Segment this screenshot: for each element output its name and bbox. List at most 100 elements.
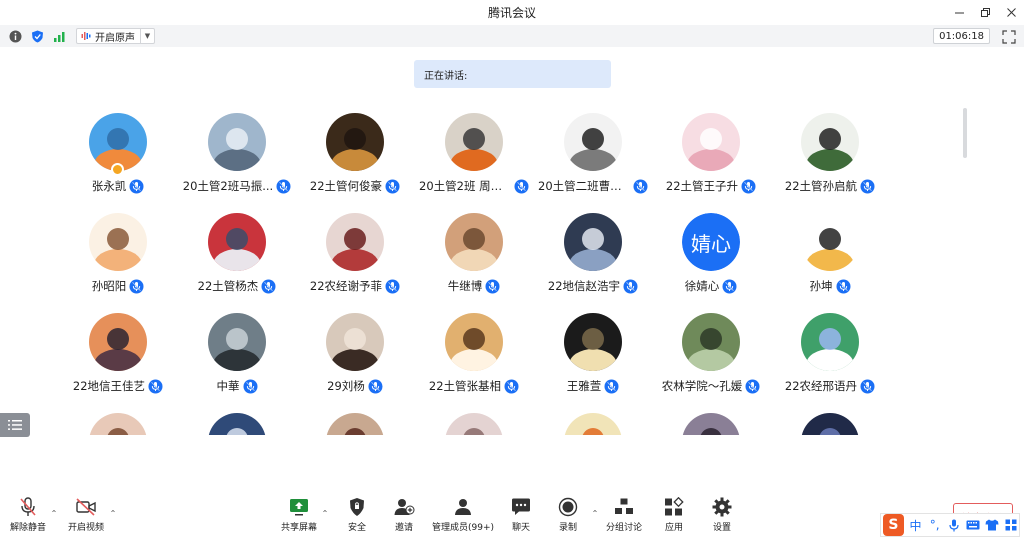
participant-tile-partial[interactable] — [652, 400, 770, 435]
avatar-image — [326, 313, 384, 371]
security-status-button[interactable] — [30, 29, 44, 43]
participant-tile-partial[interactable] — [178, 400, 296, 435]
participant-tile[interactable]: 22农经谢予菲 — [296, 200, 414, 295]
record-label: 录制 — [558, 523, 577, 533]
avatar-image — [326, 213, 384, 271]
participant-tile[interactable]: 29刘杨 — [296, 300, 414, 395]
avatar — [326, 313, 384, 371]
participant-name-row: 22地信赵浩宇 — [534, 278, 652, 294]
participant-tile-partial[interactable] — [534, 400, 652, 435]
fullscreen-button[interactable] — [1002, 29, 1016, 44]
minimize-button[interactable] — [946, 0, 972, 25]
skin-icon[interactable] — [985, 517, 1000, 533]
participant-tile[interactable]: 牛继博 — [415, 200, 533, 295]
participant-name: 22土管张基相 — [428, 379, 502, 393]
input-method-bar: S 中 °, — [880, 513, 1020, 537]
participant-tile-partial[interactable] — [59, 400, 177, 435]
participant-tile[interactable]: 农林学院～孔媛 — [652, 300, 770, 395]
participant-tile-partial[interactable] — [771, 400, 889, 435]
avatar — [564, 413, 622, 435]
participant-tile[interactable]: 孙昭阳 — [59, 200, 177, 295]
audio-options-caret[interactable]: ⌃ — [49, 508, 59, 518]
record-button[interactable]: 录制 — [557, 497, 579, 537]
participant-tile[interactable]: 22地信王佳艺 — [59, 300, 177, 395]
sogou-logo-icon[interactable]: S — [883, 514, 904, 536]
invite-button[interactable]: 邀请 — [393, 497, 415, 537]
invite-label: 邀请 — [394, 523, 413, 533]
participant-tile[interactable]: 孙坤 — [771, 200, 889, 295]
grid-scrollbar[interactable] — [963, 108, 967, 158]
mic-status-icon — [623, 279, 638, 293]
shield-icon — [350, 498, 364, 516]
chat-label: 聊天 — [511, 523, 530, 533]
keyboard-icon[interactable] — [965, 517, 980, 533]
mic-status-icon — [261, 279, 276, 293]
start-video-button[interactable]: 开启视频 — [68, 497, 104, 537]
participant-name: 牛继博 — [447, 279, 483, 293]
share-options-caret[interactable]: ⌃ — [320, 508, 330, 518]
minimize-icon — [954, 12, 964, 14]
participant-tile[interactable]: 22农经邢语丹 — [771, 300, 889, 395]
participant-tile[interactable]: 22土管张基相 — [415, 300, 533, 395]
participant-tile[interactable]: 22土管何俊豪 — [296, 100, 414, 195]
close-button[interactable] — [998, 0, 1024, 25]
avatar-image — [801, 213, 859, 271]
participant-tile-partial[interactable] — [296, 400, 414, 435]
participant-tile[interactable]: 22土管杨杰 — [178, 200, 296, 295]
security-button[interactable]: 安全 — [346, 497, 368, 537]
unmute-button[interactable]: 解除静音 — [10, 497, 46, 537]
manage-members-button[interactable]: 管理成员(99+) — [432, 497, 494, 537]
participant-name-row: 22农经邢语丹 — [771, 378, 889, 394]
apps-icon — [665, 497, 684, 516]
record-options-caret[interactable]: ⌃ — [590, 508, 600, 518]
mic-status-icon — [860, 179, 875, 193]
meeting-info-button[interactable] — [8, 29, 22, 43]
punctuation-icon[interactable]: °, — [927, 517, 942, 533]
mic-status-icon — [741, 179, 756, 193]
participant-tile[interactable]: 婧心 徐婧心 — [652, 200, 770, 295]
participant-tile[interactable]: 22地信赵浩宇 — [534, 200, 652, 295]
caret-up-icon: ⌃ — [109, 508, 117, 518]
avatar — [801, 313, 859, 371]
fullscreen-icon — [1002, 30, 1016, 44]
ime-mode-toggle[interactable]: 中 — [908, 517, 923, 533]
participant-tile-partial[interactable] — [415, 400, 533, 435]
share-screen-button[interactable]: 共享屏幕 — [281, 497, 317, 537]
restore-button[interactable] — [972, 0, 998, 25]
breakout-button[interactable]: 分组讨论 — [606, 497, 642, 537]
avatar — [445, 113, 503, 171]
participant-name-row: 22土管张基相 — [415, 378, 533, 394]
participant-tile[interactable]: 中華 — [178, 300, 296, 395]
participant-tile[interactable]: 20土管二班曹亚... — [534, 100, 652, 195]
participant-tile[interactable]: 张永凯 — [59, 100, 177, 195]
original-sound-dropdown[interactable]: ▼ — [140, 29, 154, 43]
participant-name: 王雅萱 — [566, 379, 602, 393]
participant-tile[interactable]: 22土管王子升 — [652, 100, 770, 195]
participant-list-toggle[interactable] — [0, 413, 30, 437]
video-off-icon — [76, 498, 96, 516]
participant-name: 孙坤 — [809, 279, 833, 293]
settings-button[interactable]: 设置 — [711, 497, 733, 537]
avatar-image — [564, 313, 622, 371]
participant-tile[interactable]: 20土管2班 周钰... — [415, 100, 533, 195]
participant-tile[interactable]: 22土管孙启航 — [771, 100, 889, 195]
settings-label: 设置 — [712, 523, 731, 533]
mic-status-icon — [514, 179, 529, 193]
video-options-caret[interactable]: ⌃ — [108, 508, 118, 518]
voice-input-icon[interactable] — [946, 517, 961, 533]
window-controls — [946, 0, 1024, 25]
avatar — [326, 213, 384, 271]
chat-button[interactable]: 聊天 — [510, 497, 532, 537]
apps-button[interactable]: 应用 — [663, 497, 685, 537]
avatar-image — [445, 413, 503, 435]
participant-name: 22土管孙启航 — [784, 179, 858, 193]
muted-mic-icon — [20, 497, 36, 516]
network-status-button[interactable] — [52, 29, 66, 43]
mic-status-icon — [129, 179, 144, 193]
toolbox-icon[interactable] — [1004, 517, 1019, 533]
share-screen-label: 共享屏幕 — [281, 523, 318, 533]
original-sound-button[interactable]: 开启原声 — [77, 29, 140, 44]
participant-tile[interactable]: 20土管2班马振... — [178, 100, 296, 195]
mic-status-icon — [504, 379, 519, 393]
participant-tile[interactable]: 王雅萱 — [534, 300, 652, 395]
